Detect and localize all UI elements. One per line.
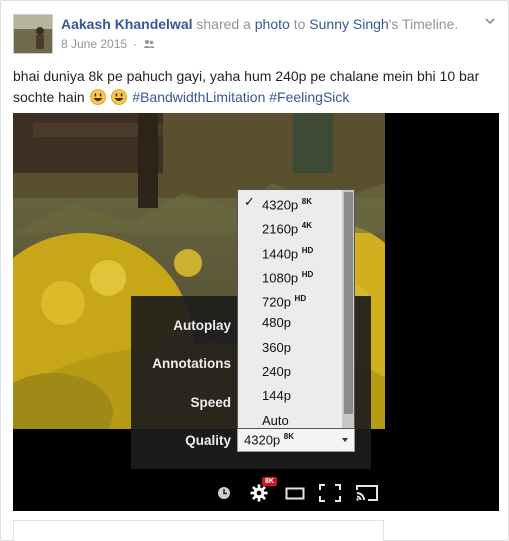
timeline-suffix: 's Timeline. (388, 16, 459, 32)
autoplay-label[interactable]: Autoplay (131, 318, 231, 333)
post-header: Aakash Khandelwal shared a photo to Sunn… (61, 16, 458, 32)
quality-value-badge: 8K (283, 432, 295, 441)
smile-emoji-icon (111, 89, 128, 105)
chevron-down-icon (342, 438, 348, 442)
fullscreen-icon[interactable] (319, 484, 341, 502)
to-text: to (293, 16, 306, 32)
quality-option[interactable]: 480p (238, 311, 354, 335)
hashtag-link[interactable]: #FeelingSick (269, 89, 349, 105)
friends-icon[interactable] (143, 39, 155, 49)
hashtag-link[interactable]: #BandwidthLimitation (132, 89, 265, 105)
quality-select[interactable]: 4320p 8K (237, 427, 355, 452)
quality-dropdown-list: ✓ 4320p 8K 2160p 4K 1440p HD 1080p HD 72… (237, 189, 355, 429)
target-name-link[interactable]: Sunny Singh (309, 16, 388, 32)
settings-quality-badge: 8K (262, 477, 277, 486)
quality-option[interactable]: Auto (238, 409, 354, 428)
settings-gear-icon[interactable] (249, 484, 269, 502)
comment-input[interactable] (13, 520, 384, 541)
annotations-label[interactable]: Annotations (131, 356, 231, 371)
scrollbar-thumb[interactable] (344, 192, 353, 414)
dot-separator: · (133, 37, 138, 51)
action-text: shared a (196, 16, 251, 32)
checkmark-icon: ✓ (244, 194, 255, 209)
avatar[interactable] (13, 14, 53, 54)
quality-option[interactable]: 240p (238, 360, 354, 384)
quality-option[interactable]: 2160p 4K (238, 214, 354, 238)
quality-option[interactable]: 144p (238, 384, 354, 408)
post-message: bhai duniya 8k pe pahuch gayi, yaha hum … (13, 66, 498, 108)
quality-option[interactable]: ✓ 4320p 8K (238, 190, 354, 214)
post-options-chevron-icon[interactable] (482, 13, 498, 29)
watch-later-icon[interactable] (217, 484, 231, 502)
photo-link[interactable]: photo (255, 16, 290, 32)
quality-option[interactable]: 1440p HD (238, 239, 354, 263)
quality-label: Quality (185, 433, 231, 448)
avatar-photo (14, 15, 52, 53)
post-meta: 8 June 2015 · (61, 37, 155, 51)
theater-mode-icon[interactable] (285, 484, 305, 502)
quality-option[interactable]: 360p (238, 336, 354, 360)
dropdown-scrollbar[interactable] (342, 190, 354, 428)
speed-label[interactable]: Speed (131, 395, 231, 410)
post-date-link[interactable]: 8 June 2015 (61, 37, 127, 51)
smile-emoji-icon (89, 89, 106, 105)
quality-value: 4320p (244, 432, 281, 448)
post-card: Aakash Khandelwal shared a photo to Sunn… (0, 0, 509, 541)
quality-option[interactable]: 1080p HD (238, 263, 354, 287)
cast-icon[interactable] (355, 484, 379, 502)
quality-option[interactable]: 720p HD (238, 287, 354, 311)
actor-name-link[interactable]: Aakash Khandelwal (61, 16, 193, 32)
video-player[interactable]: Autoplay Annotations Speed Quality 4320p… (13, 113, 499, 511)
